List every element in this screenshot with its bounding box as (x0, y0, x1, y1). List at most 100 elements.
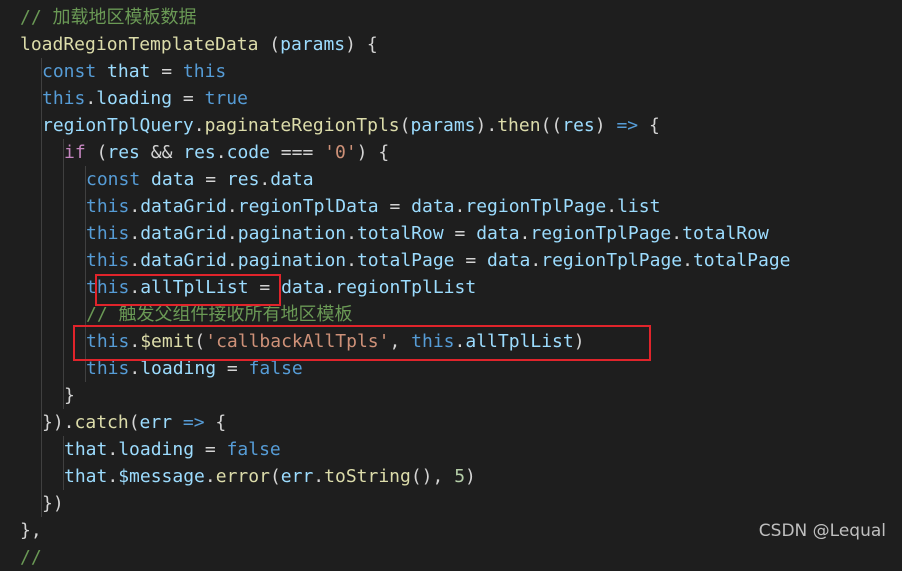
code-token: { (204, 412, 227, 433)
code-token: paginateRegionTpls (204, 115, 400, 136)
code-token: regionTplData (237, 196, 379, 217)
code-line[interactable]: this.loading = true (42, 85, 248, 112)
code-token: = (378, 196, 412, 217)
code-token: . (682, 250, 693, 271)
code-token: res (107, 142, 140, 163)
code-token: = (150, 61, 183, 82)
code-token: pagination (237, 250, 347, 271)
code-token: => (182, 412, 205, 433)
code-line[interactable]: } (64, 382, 75, 409)
code-token: . (107, 439, 119, 460)
code-token: . (671, 223, 683, 244)
code-line[interactable]: // (20, 544, 42, 571)
code-token: if (64, 142, 86, 163)
code-token: }). (42, 412, 75, 433)
code-token: } (64, 385, 75, 406)
code-token: }, (20, 520, 42, 541)
code-token: regionTplPage (530, 223, 672, 244)
code-token: data (281, 277, 325, 298)
code-token: . (519, 223, 531, 244)
code-token: data (487, 250, 531, 271)
code-token: . (85, 88, 97, 109)
code-token: data (476, 223, 520, 244)
code-token: . (226, 196, 238, 217)
code-line[interactable]: }).catch(err => { (42, 409, 226, 436)
code-line[interactable]: // 加载地区模板数据 (20, 4, 197, 31)
code-token: loadRegionTemplateData (20, 34, 259, 55)
code-token: . (346, 250, 357, 271)
code-token: ) (465, 466, 476, 487)
code-token: totalRow (356, 223, 444, 244)
code-token: code (226, 142, 270, 163)
code-token: totalRow (682, 223, 769, 244)
code-token: dataGrid (140, 223, 227, 244)
code-token: toString (324, 466, 411, 487)
code-token: false (226, 439, 281, 460)
code-token: (), (410, 466, 455, 487)
code-token: const (42, 61, 97, 82)
code-line[interactable]: const data = res.data (86, 166, 314, 193)
code-line[interactable]: const that = this (42, 58, 226, 85)
code-token: this (86, 196, 130, 217)
code-token: . (107, 466, 119, 487)
code-line[interactable]: this.dataGrid.pagination.totalPage = dat… (86, 247, 791, 274)
code-line[interactable]: loadRegionTemplateData (params) { (20, 31, 378, 58)
code-line[interactable]: this.dataGrid.regionTplData = data.regio… (86, 193, 660, 220)
code-token: // 加载地区模板数据 (20, 7, 197, 28)
code-token: . (129, 250, 141, 271)
code-token: data (411, 196, 455, 217)
code-token: totalPage (356, 250, 455, 271)
code-token: // 触发父组件接收所有地区模板 (86, 304, 353, 325)
code-token: regionTplList (335, 277, 477, 298)
code-line[interactable]: if (res && res.code === '0') { (64, 139, 389, 166)
code-token: . (129, 223, 141, 244)
code-token: . (324, 277, 336, 298)
code-token: . (226, 250, 238, 271)
code-line[interactable]: that.$message.error(err.toString(), 5) (64, 463, 476, 490)
code-token: params (410, 115, 476, 136)
code-token: regionTplPage (541, 250, 683, 271)
code-token: err (139, 412, 173, 433)
code-token: err (280, 466, 314, 487)
code-token: true (204, 88, 248, 109)
code-line[interactable]: }, (20, 517, 42, 544)
code-token: this (86, 358, 130, 379)
code-token: = (194, 439, 227, 460)
code-token: (( (540, 115, 563, 136)
code-token: false (248, 358, 303, 379)
code-token: }) (42, 493, 64, 514)
code-line[interactable]: that.loading = false (64, 436, 281, 463)
highlight-box-emit (73, 325, 651, 361)
code-token: . (129, 196, 141, 217)
code-line[interactable]: }) (42, 490, 64, 517)
code-token: data (270, 169, 314, 190)
code-token: dataGrid (140, 250, 227, 271)
code-token: res (562, 115, 595, 136)
code-token: this (86, 250, 130, 271)
code-token: params (280, 34, 346, 55)
indent-guide (41, 58, 42, 517)
code-line[interactable]: regionTplQuery.paginateRegionTpls(params… (42, 112, 660, 139)
code-token: . (530, 250, 542, 271)
code-token: error (215, 466, 270, 487)
code-token: then (497, 115, 541, 136)
code-token: . (313, 466, 325, 487)
code-token: pagination (237, 223, 347, 244)
code-token: dataGrid (140, 196, 227, 217)
code-token: 5 (454, 466, 466, 487)
code-line[interactable]: this.dataGrid.pagination.totalRow = data… (86, 220, 769, 247)
code-token: regionTplQuery (42, 115, 194, 136)
code-token: = (454, 250, 488, 271)
code-token: loading (140, 358, 217, 379)
code-token: this (182, 61, 227, 82)
indent-guide (63, 436, 64, 490)
highlight-box-alltpllist (95, 274, 281, 306)
code-token: && (139, 142, 184, 163)
code-token: const (86, 169, 141, 190)
code-token: ) { (356, 142, 390, 163)
code-token: totalPage (692, 250, 791, 271)
code-token: . (193, 115, 205, 136)
code-token: . (204, 466, 216, 487)
code-token: . (215, 142, 227, 163)
